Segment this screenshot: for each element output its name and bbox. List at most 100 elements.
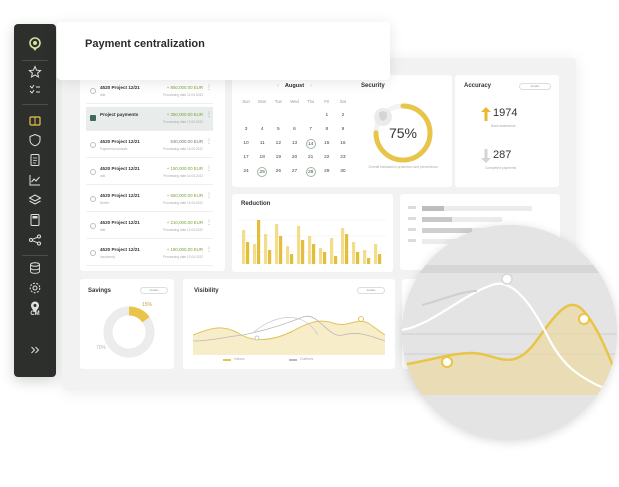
calendar-day[interactable]: 15: [319, 139, 335, 149]
calendar-day[interactable]: 8: [319, 125, 335, 135]
reduction-bar: [279, 236, 283, 264]
calendar-day[interactable]: 6: [286, 125, 302, 135]
weekday-label: Thu: [307, 99, 315, 104]
calendar-day[interactable]: 17: [238, 153, 254, 163]
calendar-day[interactable]: 23: [335, 153, 351, 163]
reduction-bar: [264, 234, 268, 264]
savings-details-button[interactable]: details: [140, 287, 168, 294]
calendar-day[interactable]: 19: [270, 153, 286, 163]
title-card: Payment centralization: [57, 22, 390, 80]
calendar-day[interactable]: 2: [335, 111, 351, 121]
chart-icon[interactable]: [27, 172, 43, 188]
calendar-day[interactable]: 24: [238, 167, 254, 177]
payment-row[interactable]: 4520 Project 12/21 Payment proposals 530,0…: [86, 134, 213, 158]
payment-checkbox[interactable]: [90, 196, 96, 202]
reduction-bar: [275, 224, 279, 264]
payment-subtitle: ddd: [100, 93, 106, 97]
accuracy-details-button[interactable]: details: [519, 83, 551, 90]
calendar-day[interactable]: 9: [335, 125, 351, 135]
visibility-title: Visibility: [194, 288, 219, 294]
calendar-day[interactable]: 1: [319, 111, 335, 121]
accuracy-value-2: 287: [493, 149, 512, 161]
calendar-day[interactable]: 27: [286, 167, 302, 177]
calendar-blank: [303, 111, 319, 121]
calendar-day[interactable]: 5: [270, 125, 286, 135]
payment-row[interactable]: 4520 Project 12/21 ddd + 850,000.00 EUR Pro…: [86, 80, 213, 104]
user-initials[interactable]: CM: [14, 311, 56, 317]
prev-month-button[interactable]: ‹: [277, 83, 279, 89]
calendar-day[interactable]: 21: [303, 153, 319, 163]
sidebar-divider: [22, 104, 48, 105]
reduction-bar: [253, 244, 257, 264]
payment-checkbox[interactable]: [90, 142, 96, 148]
payment-checkbox[interactable]: [90, 115, 96, 121]
payment-amount: + 650,000.00 EUR: [166, 193, 203, 198]
calendar-day[interactable]: 22: [319, 153, 335, 163]
sidebar-divider: [22, 60, 48, 61]
payment-date: Processing date 12.04.2022: [163, 120, 203, 124]
payment-name: 4520 Project 12/21: [100, 139, 140, 144]
payment-date: Processing date 12.04.2022: [163, 201, 203, 205]
logo-icon[interactable]: [27, 36, 43, 52]
calendar-day[interactable]: 13: [286, 139, 302, 149]
accuracy-card: Accuracy details 1974 Bank statements 28…: [455, 75, 559, 187]
calendar-day[interactable]: 29: [319, 167, 335, 177]
payment-name: Project payments: [100, 112, 139, 117]
calendar-day[interactable]: 30: [335, 167, 351, 177]
calendar-day[interactable]: 26: [270, 167, 286, 177]
calendar-day[interactable]: 11: [254, 139, 270, 149]
calendar-day[interactable]: 28: [305, 167, 316, 177]
calendar-day[interactable]: 20: [286, 153, 302, 163]
more-options-icon[interactable]: ⋮: [206, 193, 212, 199]
checklist-icon[interactable]: [27, 82, 43, 98]
calendar-day[interactable]: 16: [335, 139, 351, 149]
payment-checkbox[interactable]: [90, 88, 96, 94]
calendar-day[interactable]: 10: [238, 139, 254, 149]
more-options-icon[interactable]: ⋮: [206, 112, 212, 118]
payment-amount: + 180,000.00 EUR: [166, 247, 203, 252]
shield-icon[interactable]: [27, 132, 43, 148]
document-icon[interactable]: [27, 152, 43, 168]
legend-outflows: Outflows: [300, 357, 314, 361]
calendar-header: ‹ August ›: [232, 83, 357, 89]
more-options-icon[interactable]: ⋮: [206, 139, 212, 145]
layers-icon[interactable]: [27, 192, 43, 208]
savings-card: Savings details 15% 70%: [80, 279, 174, 369]
payment-name: 4520 Project 12/21: [100, 166, 140, 171]
calculator-icon[interactable]: [27, 212, 43, 228]
payment-name: 4520 Project 12/21: [100, 193, 140, 198]
more-options-icon[interactable]: ⋮: [206, 220, 212, 226]
reduction-bar: [363, 250, 367, 264]
payment-checkbox[interactable]: [90, 223, 96, 229]
reduction-bar: [345, 234, 349, 264]
gear-icon[interactable]: [27, 280, 43, 296]
payment-checkbox[interactable]: [90, 250, 96, 256]
network-icon[interactable]: [27, 232, 43, 248]
calendar-day[interactable]: 4: [254, 125, 270, 135]
payment-subtitle: Payment proposals: [100, 147, 128, 151]
calendar-day[interactable]: 25: [257, 167, 268, 177]
payment-row[interactable]: 4520 Project 12/21 Insolvency + 180,000.00…: [86, 242, 213, 266]
star-icon[interactable]: [27, 64, 43, 80]
more-options-icon[interactable]: ⋮: [206, 247, 212, 253]
expand-icon[interactable]: [27, 342, 43, 358]
payment-row[interactable]: Project payments + 350,000.00 EUR Processi…: [86, 107, 213, 131]
payment-row[interactable]: 4520 Project 12/21 ddd + 150,000.00 EUR Pro…: [86, 161, 213, 185]
payment-row[interactable]: 4520 Project 12/21 ddd + 210,000.00 EUR Pro…: [86, 215, 213, 239]
reduction-bar: [341, 228, 345, 264]
wallet-icon[interactable]: [27, 113, 43, 129]
calendar-day[interactable]: 3: [238, 125, 254, 135]
payment-row[interactable]: 4520 Project 12/21 Delete + 650,000.00 EUR…: [86, 188, 213, 212]
more-options-icon[interactable]: ⋮: [206, 85, 212, 91]
calendar-day[interactable]: 7: [303, 125, 319, 135]
more-options-icon[interactable]: ⋮: [206, 166, 212, 172]
calendar-day[interactable]: 18: [254, 153, 270, 163]
database-icon[interactable]: [27, 260, 43, 276]
calendar-day[interactable]: 12: [270, 139, 286, 149]
calendar-day[interactable]: 14: [305, 139, 316, 149]
payment-checkbox[interactable]: [90, 169, 96, 175]
chart-magnifier: [402, 225, 617, 440]
next-month-button[interactable]: ›: [310, 83, 312, 89]
payment-subtitle: ddd: [100, 174, 106, 178]
visibility-details-button[interactable]: details: [357, 287, 385, 294]
